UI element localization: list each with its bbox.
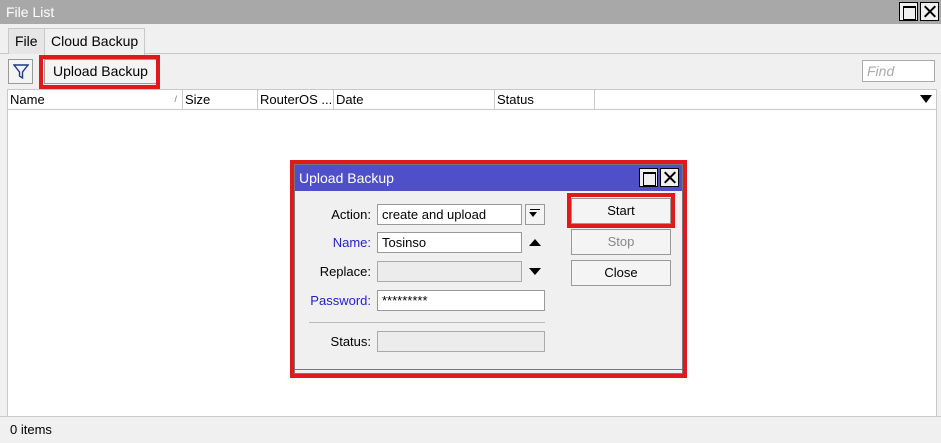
replace-label: Replace: (319, 264, 371, 279)
password-label: Password: (310, 293, 371, 308)
filter-button[interactable] (8, 59, 33, 84)
dialog-maximize-icon[interactable] (639, 168, 658, 187)
status-label: Status: (330, 334, 371, 349)
action-dropdown-button[interactable] (525, 204, 545, 225)
dialog-close-icon[interactable] (660, 168, 679, 187)
action-select[interactable]: create and upload (377, 204, 522, 225)
status-bar: 0 items (0, 416, 941, 443)
highlight-start-button (567, 193, 675, 228)
column-date[interactable]: Date (334, 90, 495, 109)
window-title-bar[interactable]: File List (0, 0, 941, 24)
chevron-down-icon (529, 212, 537, 217)
status-field (377, 331, 545, 352)
replace-dropdown-icon[interactable] (529, 268, 541, 275)
dialog-title-bar[interactable]: Upload Backup (295, 165, 682, 191)
window-title: File List (6, 4, 55, 20)
columns-dropdown-icon[interactable] (920, 95, 932, 103)
name-field[interactable]: Tosinso (377, 232, 522, 253)
action-label: Action: (331, 207, 371, 222)
collapse-arrow-icon[interactable] (529, 239, 541, 246)
password-field[interactable]: ********* (377, 290, 545, 311)
tab-bar: File Cloud Backup (0, 24, 941, 55)
name-label: Name: (332, 235, 371, 250)
column-size[interactable]: Size (183, 90, 258, 109)
dialog-bottom-border (295, 369, 682, 373)
item-count: 0 items (10, 422, 52, 437)
highlight-upload-button (39, 55, 160, 89)
table-header: Name / Size RouterOS ... Date Status (7, 89, 937, 110)
column-routeros[interactable]: RouterOS ... (258, 90, 334, 109)
find-input[interactable]: Find (862, 60, 935, 82)
dialog-title: Upload Backup (299, 170, 394, 186)
column-status[interactable]: Status (495, 90, 595, 109)
sort-indicator: / (174, 94, 177, 104)
tab-cloud-backup[interactable]: Cloud Backup (44, 28, 146, 55)
divider (309, 322, 545, 323)
close-button[interactable]: Close (571, 260, 671, 286)
stop-button[interactable]: Stop (571, 229, 671, 255)
column-extra (595, 90, 936, 109)
maximize-icon[interactable] (899, 2, 918, 21)
close-icon[interactable] (920, 2, 939, 21)
tab-file[interactable]: File (8, 28, 45, 54)
funnel-icon (13, 64, 29, 80)
replace-select[interactable] (377, 261, 522, 282)
column-name[interactable]: Name / (8, 90, 183, 109)
